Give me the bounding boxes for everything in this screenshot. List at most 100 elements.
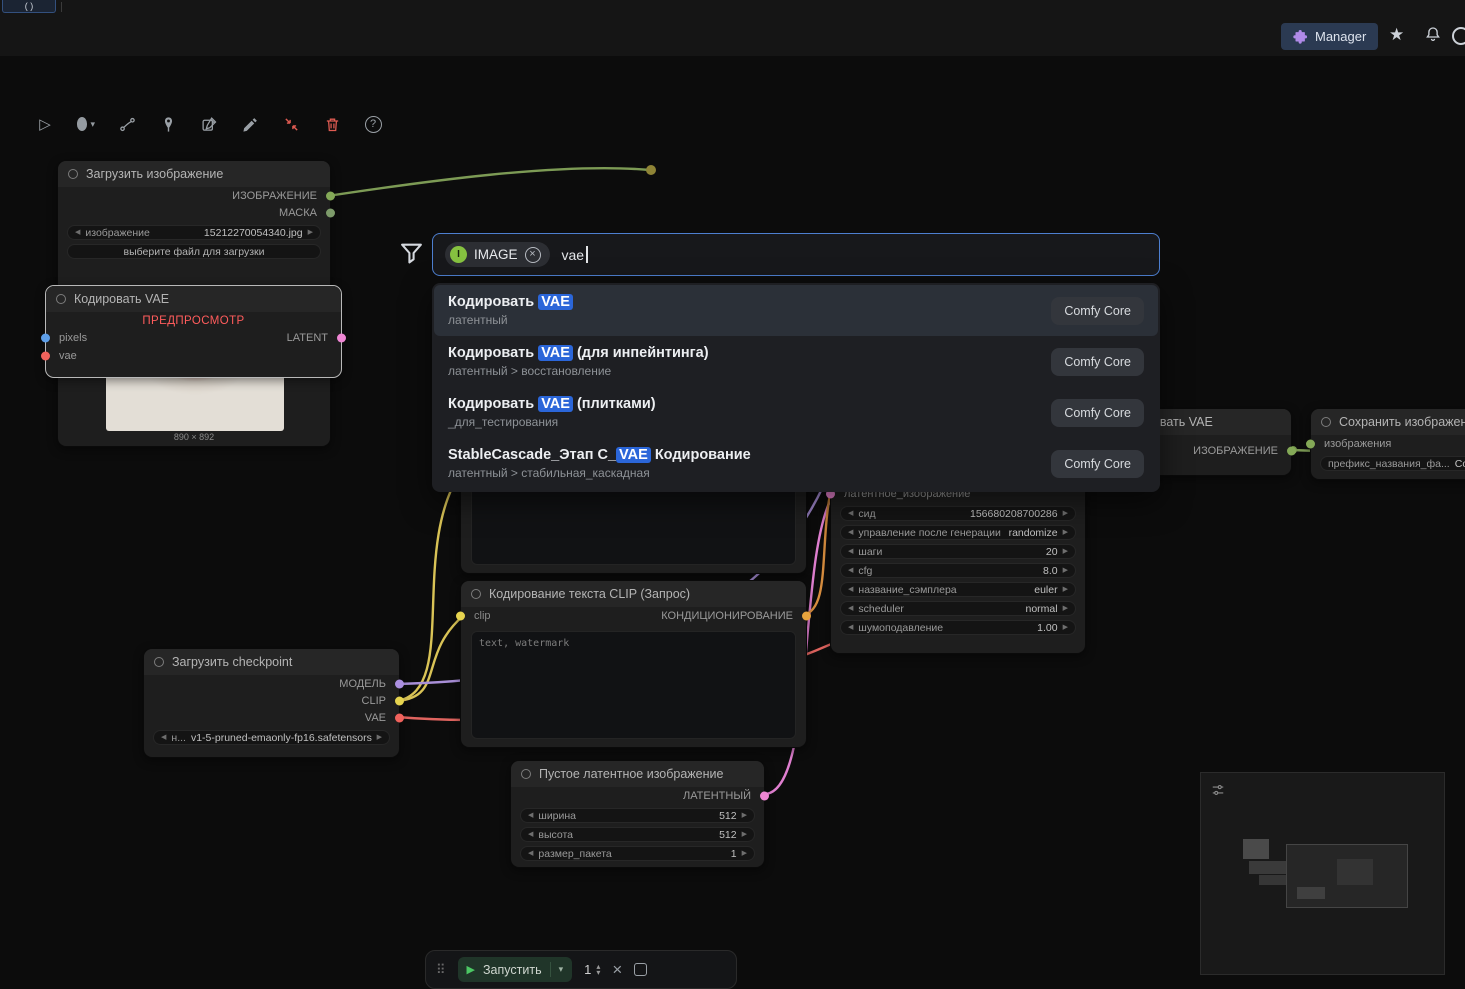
collapse-dot-icon[interactable] bbox=[56, 294, 66, 304]
conditioning-output-dot[interactable] bbox=[802, 611, 811, 621]
widget-batch-size[interactable]: ◀ размер_пакета 1 ▶ bbox=[520, 846, 755, 861]
clear-queue-icon[interactable]: × bbox=[612, 961, 622, 978]
widget-filename-prefix[interactable]: префикс_названия_фа... Co bbox=[1320, 456, 1465, 471]
decrement-arrow[interactable]: ◀ bbox=[848, 510, 853, 517]
node-ksampler[interactable]: латентное_изображение ◀ сид 156680208700… bbox=[826, 472, 1086, 654]
collapse-dot-icon[interactable] bbox=[68, 169, 78, 179]
vae-output-dot[interactable] bbox=[395, 713, 404, 722]
increment-arrow[interactable]: ▶ bbox=[308, 229, 313, 236]
batch-count-stepper[interactable]: 1 ▴ ▾ bbox=[584, 962, 600, 977]
node-vae-encode[interactable]: Кодировать VAE ПРЕДПРОСМОТР pixels LATEN… bbox=[41, 285, 346, 378]
collapse-dot-icon[interactable] bbox=[1321, 417, 1331, 427]
decrement-arrow[interactable]: ◀ bbox=[848, 548, 853, 555]
node-title-bar[interactable]: Кодировать VAE bbox=[46, 286, 341, 312]
widget-sampler-name[interactable]: ◀ название_сэмплера euler ▶ bbox=[840, 582, 1076, 597]
manager-button[interactable]: Manager bbox=[1281, 23, 1379, 50]
node-empty-latent[interactable]: Пустое латентное изображение ЛАТЕНТНЫЙ ◀… bbox=[510, 760, 769, 868]
edit-pencil-icon[interactable] bbox=[241, 115, 259, 133]
decrement-arrow[interactable]: ◀ bbox=[161, 734, 166, 741]
decrement-arrow[interactable]: ◀ bbox=[528, 812, 533, 819]
node-load-checkpoint[interactable]: Загрузить checkpoint МОДЕЛЬ CLIP VAE ◀ н… bbox=[143, 648, 404, 758]
search-result-row[interactable]: Кодировать VAE латентный Comfy Core bbox=[434, 285, 1158, 336]
run-options-chevron-icon[interactable]: ▾ bbox=[559, 964, 564, 975]
delete-trash-icon[interactable] bbox=[323, 115, 341, 133]
collapse-dot-icon[interactable] bbox=[521, 769, 531, 779]
node-clip-encode-negative[interactable]: Кодирование текста CLIP (Запрос) clip КО… bbox=[456, 580, 811, 748]
node-search-input[interactable]: I IMAGE × vae bbox=[432, 233, 1160, 276]
decrement-arrow[interactable]: ◀ bbox=[848, 567, 853, 574]
increment-arrow[interactable]: ▶ bbox=[1063, 510, 1068, 517]
comfyui-canvas[interactable]: ( ) Manager ★ ▷ ▾ ? латентное_изображени… bbox=[0, 0, 1465, 989]
rename-icon[interactable] bbox=[200, 115, 218, 133]
clip-input-dot[interactable] bbox=[456, 611, 465, 621]
widget-checkpoint-name[interactable]: ◀ н... v1-5-pruned-emaonly-fp16.safetens… bbox=[153, 730, 390, 745]
widget-height[interactable]: ◀ высота 512 ▶ bbox=[520, 827, 755, 842]
node-save-image[interactable]: Сохранить изображение изображения префик… bbox=[1306, 408, 1465, 480]
decrement-arrow[interactable]: ◀ bbox=[848, 529, 853, 536]
node-title-bar[interactable]: Сохранить изображение bbox=[1311, 409, 1465, 435]
vae-input-dot[interactable] bbox=[41, 351, 50, 360]
widget-cfg[interactable]: ◀ cfg 8.0 ▶ bbox=[840, 563, 1076, 578]
node-title-bar[interactable]: Пустое латентное изображение bbox=[511, 761, 764, 787]
increment-arrow[interactable]: ▶ bbox=[1063, 624, 1068, 631]
account-icon[interactable] bbox=[1452, 27, 1465, 45]
choose-file-button[interactable]: выберите файл для загрузки bbox=[67, 244, 321, 259]
prompt-text-widget[interactable]: text, watermark bbox=[471, 631, 796, 739]
model-output-dot[interactable] bbox=[395, 679, 404, 688]
node-title-bar[interactable]: Кодирование текста CLIP (Запрос) bbox=[461, 581, 806, 607]
increment-arrow[interactable]: ▶ bbox=[1063, 548, 1068, 555]
notifications-bell-icon[interactable] bbox=[1424, 25, 1442, 43]
images-input-dot[interactable] bbox=[1306, 439, 1315, 448]
search-result-row[interactable]: Кодировать VAE (плитками) _для_тестирова… bbox=[434, 387, 1158, 438]
node-color-picker-icon[interactable]: ▾ bbox=[77, 115, 95, 133]
widget-seed[interactable]: ◀ сид 156680208700286 ▶ bbox=[840, 506, 1076, 521]
widget-image-file[interactable]: ◀ изображение 15212270054340.jpg ▶ bbox=[67, 225, 321, 240]
decrement-arrow[interactable]: ◀ bbox=[528, 831, 533, 838]
stop-icon[interactable] bbox=[634, 963, 648, 976]
search-result-row[interactable]: StableCascade_Этап C_ VAE Кодирование лат… bbox=[434, 438, 1158, 489]
collapse-dot-icon[interactable] bbox=[471, 589, 481, 599]
filter-icon[interactable] bbox=[399, 240, 424, 266]
run-button[interactable]: ▶ Запустить ▾ bbox=[457, 957, 573, 982]
decrement-arrow[interactable]: ◀ bbox=[848, 605, 853, 612]
widget-control-after-generate[interactable]: ◀ управление после генерации randomize ▶ bbox=[840, 525, 1076, 540]
link-mode-icon[interactable] bbox=[118, 115, 136, 133]
increment-arrow[interactable]: ▶ bbox=[377, 734, 382, 741]
count-down-icon[interactable]: ▾ bbox=[596, 968, 600, 977]
widget-width[interactable]: ◀ ширина 512 ▶ bbox=[520, 808, 755, 823]
pixels-input-dot[interactable] bbox=[41, 333, 50, 343]
node-title-bar[interactable]: Загрузить checkpoint bbox=[144, 649, 399, 675]
latent-output-dot[interactable] bbox=[337, 333, 346, 343]
pin-icon[interactable] bbox=[159, 115, 177, 133]
decrement-arrow[interactable]: ◀ bbox=[848, 586, 853, 593]
run-outline-icon[interactable]: ▷ bbox=[36, 115, 54, 133]
clip-output-dot[interactable] bbox=[395, 696, 404, 705]
help-icon[interactable]: ? bbox=[364, 115, 382, 133]
increment-arrow[interactable]: ▶ bbox=[1063, 567, 1068, 574]
remove-filter-icon[interactable]: × bbox=[524, 246, 541, 263]
increment-arrow[interactable]: ▶ bbox=[742, 812, 747, 819]
search-result-row[interactable]: Кодировать VAE (для инпейнтинга) латентн… bbox=[434, 336, 1158, 387]
minimap-settings-icon[interactable] bbox=[1211, 783, 1225, 797]
minimap[interactable] bbox=[1200, 772, 1445, 975]
widget-steps[interactable]: ◀ шаги 20 ▶ bbox=[840, 544, 1076, 559]
decrement-arrow[interactable]: ◀ bbox=[75, 229, 80, 236]
collapse-dot-icon[interactable] bbox=[154, 657, 164, 667]
mask-output-dot[interactable] bbox=[326, 208, 335, 217]
increment-arrow[interactable]: ▶ bbox=[1063, 605, 1068, 612]
increment-arrow[interactable]: ▶ bbox=[742, 831, 747, 838]
increment-arrow[interactable]: ▶ bbox=[742, 850, 747, 857]
increment-arrow[interactable]: ▶ bbox=[1063, 586, 1068, 593]
node-title-bar[interactable]: Загрузить изображение bbox=[58, 161, 330, 187]
image-output-dot[interactable] bbox=[1287, 446, 1296, 455]
increment-arrow[interactable]: ▶ bbox=[1063, 529, 1068, 536]
widget-denoise[interactable]: ◀ шумоподавление 1.00 ▶ bbox=[840, 620, 1076, 635]
favorites-star-icon[interactable]: ★ bbox=[1389, 26, 1404, 43]
latent-output-dot[interactable] bbox=[760, 791, 769, 800]
image-output-dot[interactable] bbox=[326, 191, 335, 200]
decrement-arrow[interactable]: ◀ bbox=[848, 624, 853, 631]
drag-handle-icon[interactable]: ⠿ bbox=[436, 962, 446, 978]
widget-scheduler[interactable]: ◀ scheduler normal ▶ bbox=[840, 601, 1076, 616]
decrement-arrow[interactable]: ◀ bbox=[528, 850, 533, 857]
workflow-tab[interactable]: ( ) bbox=[2, 0, 56, 13]
